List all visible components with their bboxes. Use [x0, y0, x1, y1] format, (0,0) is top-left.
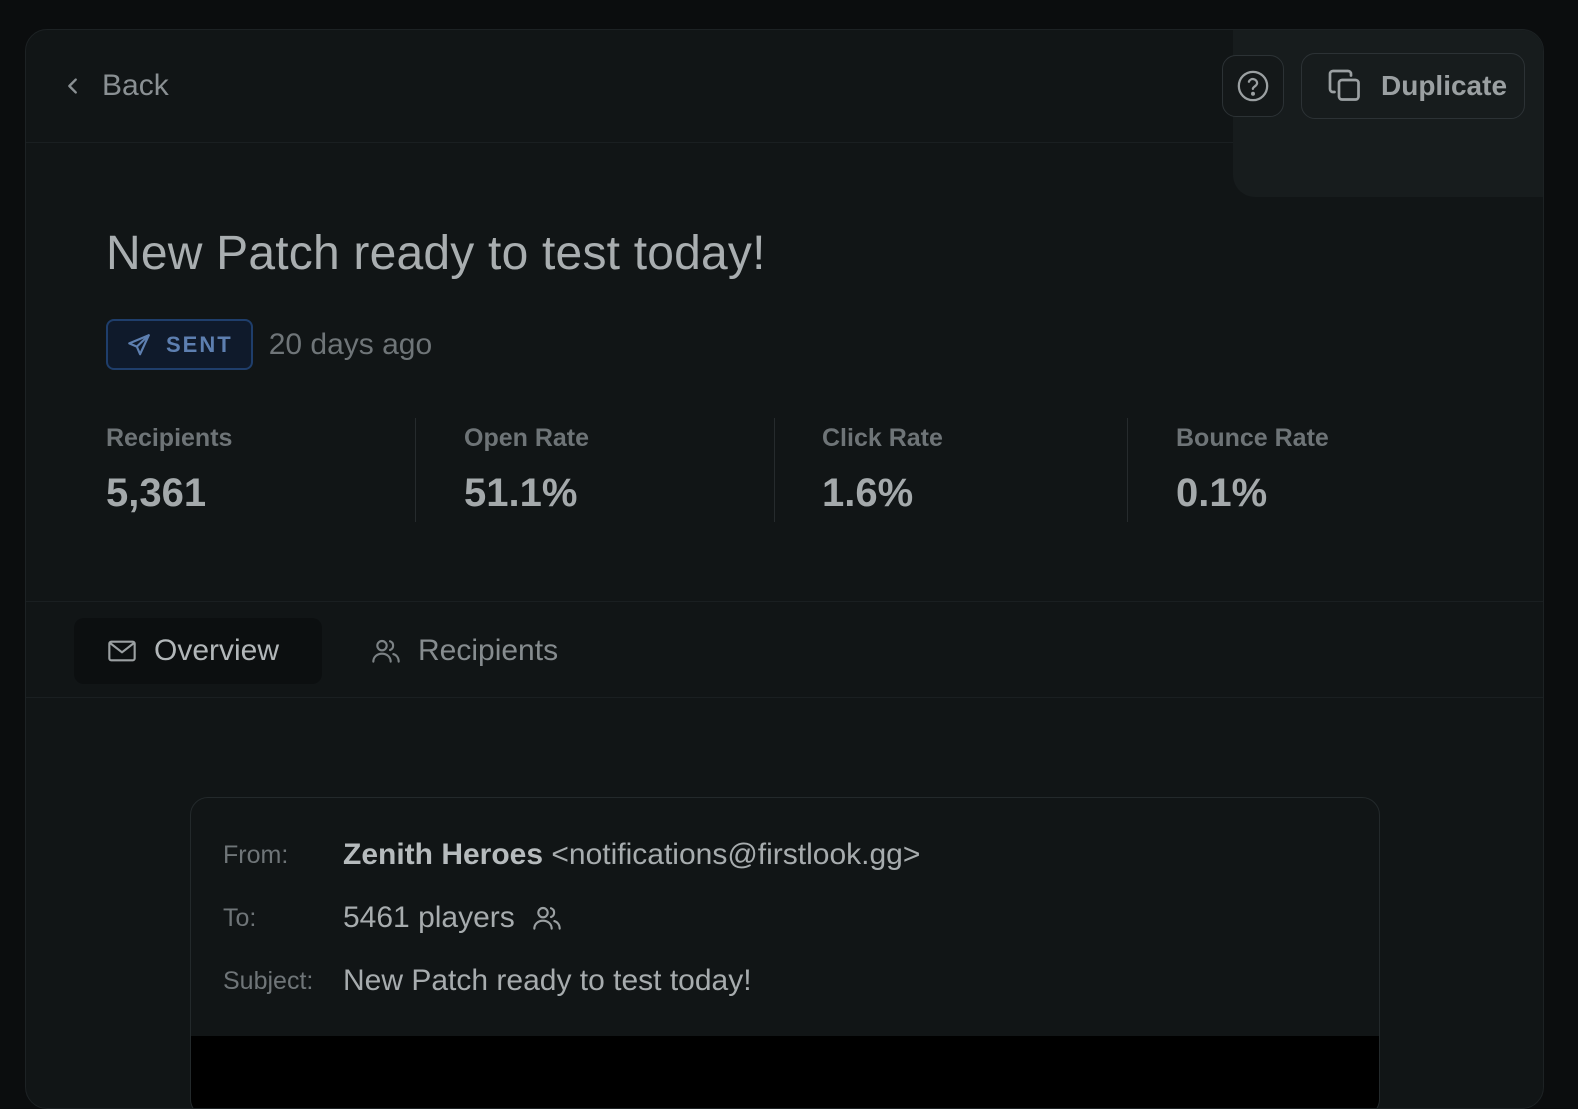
subject-label: Subject:	[223, 966, 314, 995]
sent-time: 20 days ago	[268, 327, 433, 361]
recipient-count: 5461 players	[343, 901, 515, 934]
sender-address: <notifications@firstlook.gg>	[551, 838, 921, 871]
tab-label: Recipients	[418, 634, 559, 667]
stat-value: 0.1%	[1176, 471, 1268, 515]
duplicate-label: Duplicate	[1381, 70, 1508, 101]
from-row: From: Zenith Heroes <notifications@first…	[223, 835, 920, 875]
chevron-left-icon	[68, 78, 77, 94]
to-label: To:	[223, 903, 257, 932]
to-row: To: 5461 players	[223, 898, 563, 938]
stat-label: Bounce Rate	[1176, 424, 1329, 452]
status-row: SENT 20 days ago	[106, 319, 432, 370]
tab-recipients[interactable]: Recipients	[370, 618, 558, 684]
campaign-detail-panel: Back Duplicate New Patch ready to test t…	[25, 29, 1544, 1109]
stat-label: Recipients	[106, 424, 233, 452]
tabs-bar: Overview Recipients	[26, 601, 1543, 698]
users-icon	[372, 639, 400, 663]
from-value: Zenith Heroes <notifications@firstlook.g…	[343, 838, 920, 872]
stat-label: Open Rate	[464, 424, 590, 452]
status-badge-label: SENT	[166, 331, 233, 357]
subject-value: New Patch ready to test today!	[343, 964, 752, 997]
send-icon	[128, 333, 150, 355]
stat-bounce-rate: Bounce Rate 0.1%	[1176, 418, 1329, 522]
subject-row: Subject: New Patch ready to test today!	[223, 961, 752, 1001]
stat-divider	[774, 418, 775, 522]
stat-value: 5,361	[106, 471, 207, 515]
help-button[interactable]	[1222, 55, 1284, 117]
stat-label: Click Rate	[822, 424, 943, 452]
back-button[interactable]: Back	[62, 66, 169, 106]
stat-value: 1.6%	[822, 471, 914, 515]
stats-row: Recipients 5,361 Open Rate 51.1% Click R…	[106, 418, 1466, 522]
tab-label: Overview	[154, 634, 280, 667]
status-badge: SENT	[106, 319, 253, 370]
email-preview-card: From: Zenith Heroes <notifications@first…	[190, 797, 1380, 1108]
tab-overview[interactable]: Overview	[74, 618, 322, 684]
duplicate-button[interactable]: Duplicate	[1301, 53, 1525, 119]
email-body-preview	[191, 1036, 1379, 1108]
copy-icon	[1328, 69, 1360, 101]
top-bar: Back Duplicate	[26, 30, 1543, 197]
to-value[interactable]: 5461 players	[343, 901, 563, 935]
users-icon	[533, 906, 561, 930]
sender-name: Zenith Heroes	[343, 838, 544, 871]
stat-value: 51.1%	[464, 471, 578, 515]
mail-icon	[108, 640, 136, 662]
stat-divider	[415, 418, 416, 522]
stat-click-rate: Click Rate 1.6%	[822, 418, 943, 522]
page-title: New Patch ready to test today!	[106, 227, 766, 280]
stat-open-rate: Open Rate 51.1%	[464, 418, 589, 522]
from-label: From:	[223, 840, 289, 869]
back-label: Back	[102, 69, 169, 102]
stat-recipients: Recipients 5,361	[106, 418, 232, 522]
help-circle-icon	[1237, 70, 1269, 102]
stat-divider	[1127, 418, 1128, 522]
